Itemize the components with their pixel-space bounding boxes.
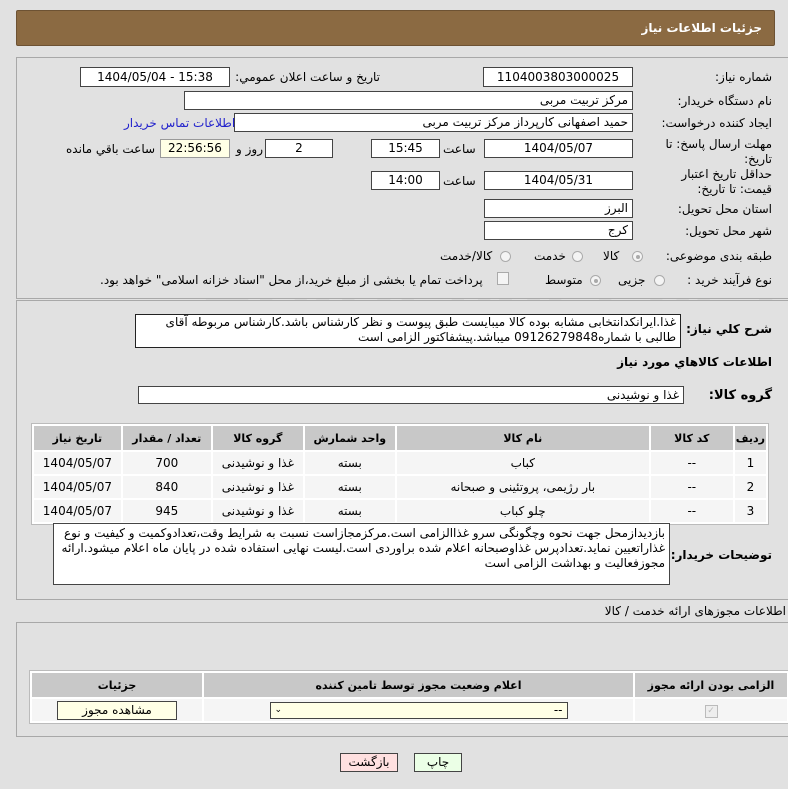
goods-group-field: غذا و نوشیدنی	[138, 386, 684, 404]
category-radio-both[interactable]	[500, 251, 511, 262]
col-qty: تعداد / مقدار	[122, 426, 211, 450]
cell-date: 1404/05/07	[34, 476, 121, 498]
description-label: شرح کلي نیاز:	[686, 322, 772, 336]
deadline-date-field: 1404/05/07	[484, 139, 633, 158]
cell-qty: 840	[122, 476, 211, 498]
cell-date: 1404/05/07	[34, 500, 121, 522]
cell-code: --	[650, 500, 733, 522]
creator-field: حمید اصفهانی کارپرداز مرکز تربیت مربی	[234, 113, 633, 132]
goods-table-wrap: ردیف کد کالا نام کالا واحد شمارش گروه کا…	[31, 423, 769, 525]
col-code: کد کالا	[650, 426, 733, 450]
description-field[interactable]: غذا.ایرانکدانتخابی مشابه بوده کالا میبای…	[135, 314, 681, 348]
need-number-field: 1104003803000025	[483, 67, 633, 87]
cell-group: غذا و نوشیدنی	[212, 476, 303, 498]
validity-time-field: 14:00	[371, 171, 440, 190]
print-button[interactable]: چاپ	[414, 753, 462, 772]
goods-section-title: اطلاعات کالاهاي مورد نیاز	[617, 355, 772, 369]
category-label: طبقه بندی موضوعی:	[665, 249, 772, 263]
view-permit-button[interactable]: مشاهده مجوز	[57, 700, 177, 720]
cell-unit: بسته	[304, 476, 395, 498]
process-option-minor: جزیی	[618, 273, 646, 287]
cell-unit: بسته	[304, 500, 395, 522]
deadline-label: مهلت ارسال پاسخ: تا تاریخ:	[665, 137, 772, 166]
province-field: البرز	[484, 199, 633, 218]
cell-name: بار رژیمی، پروتئینی و صبحانه	[396, 476, 649, 498]
deadline-time-label: ساعت	[443, 142, 476, 156]
cell-row: 3	[734, 500, 766, 522]
validity-label: حداقل تاریخ اعتبار قیمت: تا تاریخ:	[681, 167, 772, 196]
cell-row: 2	[734, 476, 766, 498]
cell-required: ✓	[635, 699, 787, 721]
col-date: تاریخ نیاز	[34, 426, 121, 450]
process-option-medium: متوسط	[545, 273, 583, 287]
goods-table: ردیف کد کالا نام کالا واحد شمارش گروه کا…	[32, 424, 768, 524]
permits-title: اطلاعات مجوزهای ارائه خدمت / کالا	[604, 604, 786, 618]
cell-row: 1	[734, 452, 766, 474]
table-row: 1 -- کباب بسته غذا و نوشیدنی 700 1404/05/07	[34, 452, 766, 474]
table-row: 3 -- چلو کباب بسته غذا و نوشیدنی 945 1404/05/0…	[34, 500, 766, 522]
process-radio-medium[interactable]	[590, 275, 601, 286]
cell-unit: بسته	[304, 452, 395, 474]
process-radio-minor[interactable]	[654, 275, 665, 286]
goods-group-label: گروه کالا:	[708, 388, 772, 403]
buyer-org-label: نام دستگاه خریدار:	[677, 94, 773, 108]
treasury-note: پرداخت تمام یا بخشی از مبلغ خرید،از محل …	[100, 273, 483, 287]
province-label: استان محل تحویل:	[677, 202, 772, 216]
announce-field: 1404/05/04 - 15:38	[80, 67, 230, 87]
col-row: ردیف	[734, 426, 766, 450]
cell-date: 1404/05/07	[34, 452, 121, 474]
process-label: نوع فرآیند خرید :	[687, 273, 772, 287]
validity-time-label: ساعت	[443, 174, 476, 188]
category-option-both: کالا/خدمت	[440, 249, 493, 263]
buyer-notes-field[interactable]: بازدیدازمحل جهت نحوه وچگونگی سرو غذاالزا…	[53, 523, 670, 585]
col-unit: واحد شمارش	[304, 426, 395, 450]
category-radio-goods[interactable]	[632, 251, 643, 262]
need-number-label: شماره نیاز:	[715, 70, 772, 84]
page-header: جزئیات اطلاعات نیاز	[16, 10, 775, 46]
cell-code: --	[650, 476, 733, 498]
chevron-down-icon: ⌄	[274, 705, 283, 715]
permit-status-value: --	[553, 703, 563, 717]
category-option-service: خدمت	[534, 249, 566, 263]
buyer-notes-label: توضیحات خریدار:	[670, 548, 772, 562]
treasury-checkbox[interactable]	[497, 272, 509, 285]
city-label: شهر محل تحویل:	[685, 224, 772, 238]
days-field: 2	[265, 139, 333, 158]
table-row: ✓ -- ⌄ مشاهده مجوز	[32, 699, 787, 721]
cell-status: -- ⌄	[204, 699, 633, 721]
col-name: نام کالا	[396, 426, 649, 450]
cell-code: --	[650, 452, 733, 474]
city-field: کرج	[484, 221, 633, 240]
col-required: الزامی بودن ارائه مجوز	[635, 673, 787, 697]
deadline-time-field: 15:45	[371, 139, 440, 158]
col-details: جزئیات	[32, 673, 202, 697]
permit-status-select[interactable]: -- ⌄	[269, 701, 568, 719]
cell-group: غذا و نوشیدنی	[212, 500, 303, 522]
announce-label: تاریخ و ساعت اعلان عمومي:	[235, 70, 380, 84]
days-label: روز و	[236, 142, 263, 156]
col-status: اعلام وضعیت مجوز توسط تامین کننده	[204, 673, 633, 697]
category-option-goods: کالا	[603, 249, 620, 263]
cell-details: مشاهده مجوز	[32, 699, 202, 721]
category-radio-service[interactable]	[572, 251, 583, 262]
table-row: 2 -- بار رژیمی، پروتئینی و صبحانه بسته غذا و…	[34, 476, 766, 498]
cell-group: غذا و نوشیدنی	[212, 452, 303, 474]
cell-name: کباب	[396, 452, 649, 474]
buyer-contact-link[interactable]: اطلاعات تماس خریدار	[124, 116, 235, 130]
back-button[interactable]: بازگشت	[340, 753, 398, 772]
permits-table: الزامی بودن ارائه مجوز اعلام وضعیت مجوز ت…	[30, 671, 788, 723]
required-checkbox[interactable]: ✓	[704, 705, 718, 718]
cell-qty: 700	[122, 452, 211, 474]
validity-date-field: 1404/05/31	[484, 171, 633, 190]
page-title: جزئیات اطلاعات نیاز	[641, 21, 762, 35]
goods-table-header: ردیف کد کالا نام کالا واحد شمارش گروه کا…	[34, 426, 766, 450]
cell-name: چلو کباب	[396, 500, 649, 522]
remaining-time-field: 22:56:56	[160, 139, 230, 158]
remaining-label: ساعت باقي مانده	[66, 142, 156, 156]
col-group: گروه کالا	[212, 426, 303, 450]
cell-qty: 945	[122, 500, 211, 522]
creator-label: ایجاد کننده درخواست:	[661, 116, 772, 130]
buyer-org-field: مرکز تربیت مربی	[184, 91, 633, 110]
permits-table-wrap: الزامی بودن ارائه مجوز اعلام وضعیت مجوز ت…	[29, 670, 788, 724]
